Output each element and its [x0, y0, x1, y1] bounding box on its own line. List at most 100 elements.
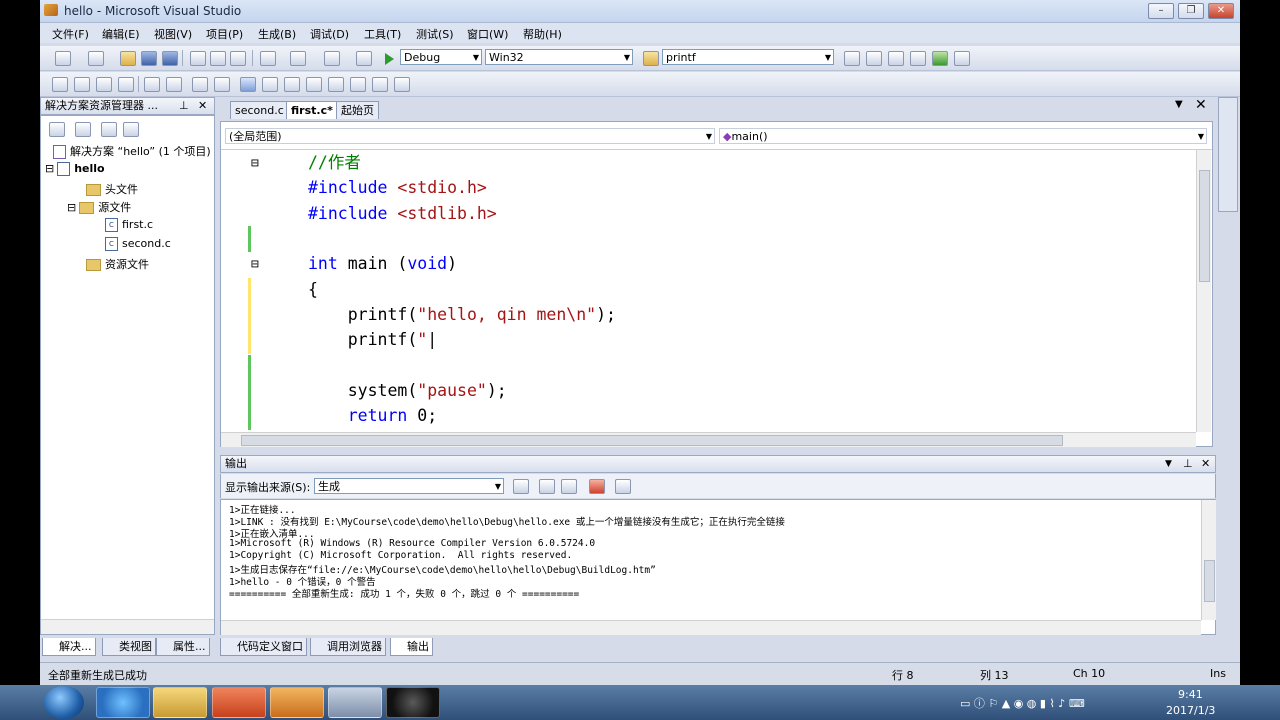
tray-icons[interactable]: ▭ ⓘ ⚐ ▲ ◉ ◍ ▮ ⌇ ♪ ⌨ [960, 695, 1160, 711]
toggle-word-wrap-icon[interactable] [615, 479, 631, 494]
taskbar-app-button[interactable] [212, 687, 266, 718]
clock-time[interactable]: 9:41 [1178, 688, 1203, 701]
clear-all-icon[interactable] [589, 479, 605, 494]
scope-dropdown[interactable]: (全局范围) ▼ [225, 128, 715, 144]
pin-icon[interactable]: ⊥ [1183, 456, 1193, 472]
tree-project[interactable]: ⊟ hello [45, 162, 105, 176]
start-page-icon[interactable] [932, 51, 948, 66]
bookmark-toggle-icon[interactable] [240, 77, 256, 92]
code-line[interactable]: int main (void) [308, 251, 457, 276]
prev-message-icon[interactable] [539, 479, 555, 494]
save-icon[interactable] [141, 51, 157, 66]
parameter-info-icon[interactable] [96, 77, 112, 92]
taskbar-calculator-button[interactable] [328, 687, 382, 718]
code-line[interactable]: { [308, 277, 318, 302]
cut-icon[interactable] [190, 51, 206, 66]
solution-explorer-icon[interactable] [866, 51, 882, 66]
close-icon[interactable]: ✕ [1201, 456, 1210, 472]
find-icon[interactable] [844, 51, 860, 66]
bookmark-next-doc-icon[interactable] [372, 77, 388, 92]
paste-icon[interactable] [230, 51, 246, 66]
redo-icon[interactable] [290, 51, 306, 66]
collapse-icon[interactable]: ⊟ [67, 201, 76, 214]
code-line[interactable]: #include <stdio.h> [308, 175, 487, 200]
tree-file-first[interactable]: Cfirst.c [105, 218, 153, 232]
tree-solution[interactable]: 解决方案 “hello” (1 个项目) [53, 143, 211, 159]
list-members-icon[interactable] [74, 77, 90, 92]
solution-config-select[interactable]: Debug ▼ [400, 49, 482, 65]
taskbar-obs-button[interactable] [386, 687, 440, 718]
clear-bookmarks-icon[interactable] [394, 77, 410, 92]
bookmark-prev-doc-icon[interactable] [350, 77, 366, 92]
vertical-scrollbar[interactable] [1201, 500, 1216, 620]
tab-code-definition[interactable]: 代码定义窗口 [220, 638, 307, 656]
tree-folder-headers[interactable]: 头文件 [86, 181, 138, 197]
close-icon[interactable]: ✕ [198, 98, 207, 114]
tab-first-c[interactable]: first.c* [286, 101, 338, 119]
start-button[interactable] [44, 686, 84, 719]
menu-window[interactable]: 窗口(W) [467, 26, 508, 42]
bookmark-prev-icon[interactable] [262, 77, 278, 92]
menu-test[interactable]: 测试(S) [416, 26, 454, 42]
navigate-back-icon[interactable] [324, 51, 340, 66]
bookmark-prev-folder-icon[interactable] [306, 77, 322, 92]
tree-folder-resources[interactable]: 资源文件 [86, 256, 149, 272]
tab-call-browser[interactable]: 调用浏览器 [310, 638, 386, 656]
uncomment-icon[interactable] [214, 77, 230, 92]
find-in-files-icon[interactable] [643, 51, 659, 66]
output-source-select[interactable]: 生成 ▼ [314, 478, 504, 494]
tab-start-page[interactable]: 起始页 [336, 101, 379, 119]
next-message-icon[interactable] [561, 479, 577, 494]
menu-build[interactable]: 生成(B) [258, 26, 296, 42]
scroll-thumb[interactable] [241, 435, 1063, 446]
bookmark-next-icon[interactable] [284, 77, 300, 92]
new-project-icon[interactable] [55, 51, 71, 66]
find-combo[interactable]: printf ▼ [662, 49, 834, 65]
toolbox-icon[interactable] [910, 51, 926, 66]
taskbar-ie-button[interactable] [96, 687, 150, 718]
menu-view[interactable]: 视图(V) [154, 26, 192, 42]
code-lines[interactable]: //作者 #include <stdio.h> #include <stdlib.h… [220, 150, 1180, 430]
maximize-button[interactable]: ❐ [1178, 3, 1204, 19]
menu-tools[interactable]: 工具(T) [364, 26, 401, 42]
menu-file[interactable]: 文件(F) [52, 26, 89, 42]
menu-debug[interactable]: 调试(D) [310, 26, 349, 42]
collapse-icon[interactable]: ⊟ [45, 162, 54, 175]
tab-second-c[interactable]: second.c [230, 101, 289, 119]
output-panel[interactable]: 1>正在链接... 1>LINK : 没有找到 E:\MyCourse\code… [220, 499, 1216, 635]
command-window-icon[interactable] [954, 51, 970, 66]
tab-solution-explorer[interactable]: 解决... [42, 638, 96, 656]
menu-edit[interactable]: 编辑(E) [102, 26, 140, 42]
horizontal-scrollbar[interactable] [221, 432, 1196, 447]
close-button[interactable]: ✕ [1208, 3, 1234, 19]
vertical-scrollbar[interactable] [1196, 150, 1211, 432]
code-line[interactable]: #include <stdlib.h> [308, 201, 497, 226]
toolbox-strip[interactable] [1218, 97, 1238, 212]
copy-icon[interactable] [210, 51, 226, 66]
code-line[interactable]: //作者 [308, 150, 361, 175]
goto-location-icon[interactable] [513, 479, 529, 494]
horizontal-scrollbar[interactable] [41, 619, 214, 634]
tab-output[interactable]: 输出 [390, 638, 433, 656]
object-browser-icon[interactable] [52, 77, 68, 92]
increase-indent-icon[interactable] [166, 77, 182, 92]
properties-icon[interactable] [888, 51, 904, 66]
platform-select[interactable]: Win32 ▼ [485, 49, 633, 65]
decrease-indent-icon[interactable] [144, 77, 160, 92]
taskbar-visual-studio-button[interactable] [270, 687, 324, 718]
code-line[interactable]: printf("| [308, 327, 437, 352]
open-file-icon[interactable] [120, 51, 136, 66]
properties-icon[interactable] [49, 122, 65, 137]
add-item-icon[interactable] [88, 51, 104, 66]
undo-icon[interactable] [260, 51, 276, 66]
code-line[interactable]: return 0; [308, 403, 437, 428]
function-dropdown[interactable]: ◆main() ▼ [719, 128, 1207, 144]
start-debug-icon[interactable] [385, 53, 394, 65]
pin-icon[interactable]: ⊥ [179, 98, 189, 114]
scroll-thumb[interactable] [1204, 560, 1215, 602]
scroll-thumb[interactable] [1199, 170, 1210, 282]
clock-date[interactable]: 2017/1/3 [1166, 704, 1215, 717]
tab-list-icon[interactable]: ▼ [1175, 99, 1183, 110]
tab-properties[interactable]: 属性... [156, 638, 210, 656]
menu-help[interactable]: 帮助(H) [523, 26, 562, 42]
